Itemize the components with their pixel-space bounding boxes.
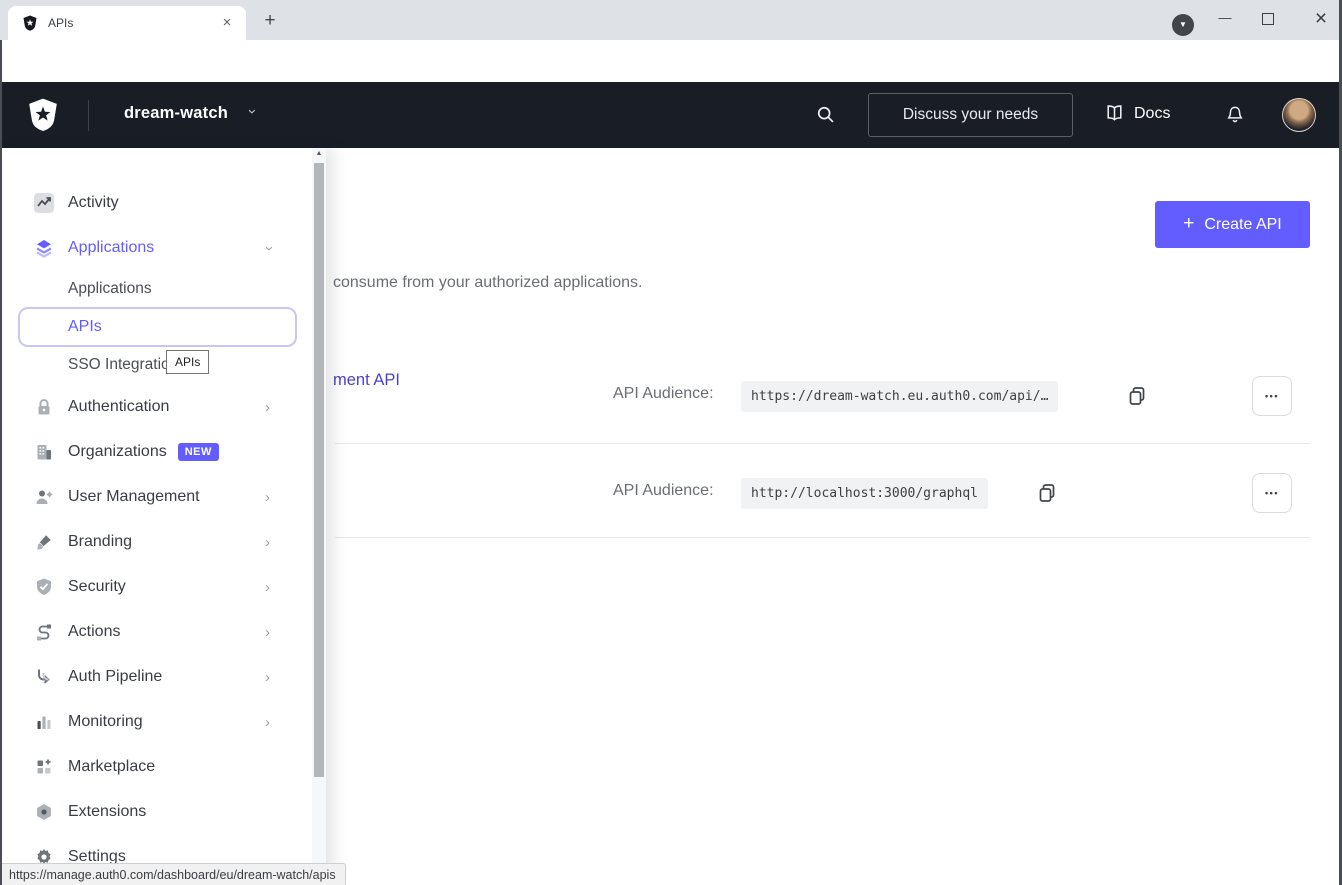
tab-search-button[interactable]: ▼ — [1172, 14, 1194, 36]
api-audience-label: API Audience: — [613, 385, 714, 403]
activity-icon — [34, 193, 54, 213]
maximize-button[interactable] — [1262, 13, 1274, 25]
tab-strip: APIs × + ▼ — × — [0, 0, 1342, 40]
discuss-your-needs-button[interactable]: Discuss your needs — [868, 93, 1073, 137]
copy-icon[interactable] — [1126, 385, 1148, 407]
browser-tab-apis[interactable]: APIs × — [8, 6, 246, 40]
sidebar: Activity Applications › Applications API… — [0, 148, 326, 885]
tab-title: APIs — [48, 16, 218, 30]
extensions-icon — [34, 802, 54, 822]
apis-tooltip: APIs — [166, 350, 209, 374]
status-bar: https://manage.auth0.com/dashboard/eu/dr… — [0, 863, 346, 885]
notifications-bell-icon[interactable] — [1225, 103, 1245, 126]
window-edge — [0, 40, 2, 885]
sidebar-item-sso-integrations[interactable]: SSO Integrations — [0, 347, 300, 383]
api-name-link[interactable]: ment API — [333, 371, 400, 390]
chevron-right-icon: › — [265, 714, 270, 731]
chevron-down-icon[interactable]: › — [244, 109, 261, 114]
chevron-right-icon: › — [265, 489, 270, 506]
new-tab-button[interactable]: + — [258, 10, 282, 34]
sidebar-item-applications-sub[interactable]: Applications — [0, 271, 300, 307]
chevron-right-icon: › — [265, 579, 270, 596]
chevron-down-icon: › — [261, 246, 278, 251]
browser-toolbar: ← → manage.auth0.com/dashboard/eu/dream-… — [0, 40, 1342, 82]
api-audience-label: API Audience: — [613, 482, 714, 500]
auth0-favicon-icon — [22, 15, 38, 31]
page-description: consume from your authorized application… — [333, 274, 643, 292]
sidebar-item-apis[interactable]: APIs — [18, 307, 297, 347]
bar-chart-icon — [34, 712, 54, 732]
sidebar-item-organizations[interactable]: Organizations NEW — [0, 434, 300, 470]
new-badge: NEW — [178, 443, 219, 461]
copy-icon[interactable] — [1036, 482, 1058, 504]
sidebar-item-monitoring[interactable]: Monitoring › — [0, 704, 300, 740]
tab-close-icon[interactable]: × — [218, 14, 236, 32]
sidebar-item-activity[interactable]: Activity — [0, 185, 300, 221]
row-menu-button[interactable]: ••• — [1252, 376, 1292, 416]
header-divider — [88, 100, 89, 131]
applications-icon — [34, 238, 54, 258]
shield-check-icon — [34, 577, 54, 597]
caret-down-icon: ▼ — [1179, 20, 1187, 29]
row-divider — [335, 443, 1310, 444]
api-audience-value[interactable]: http://localhost:3000/graphql — [741, 478, 988, 509]
sidebar-item-extensions[interactable]: Extensions — [0, 794, 300, 830]
sidebar-item-applications[interactable]: Applications › — [0, 230, 300, 266]
scroll-up-icon[interactable]: ▲ — [312, 150, 326, 157]
plus-icon: + — [1183, 213, 1194, 235]
search-icon[interactable] — [815, 104, 836, 125]
sidebar-scrollbar[interactable]: ▲ — [312, 148, 326, 885]
auth0-logo-icon[interactable] — [26, 97, 60, 132]
api-audience-value[interactable]: https://dream-watch.eu.auth0.com/api/… — [741, 381, 1058, 412]
user-gear-icon — [34, 487, 54, 507]
docs-link[interactable]: Docs — [1104, 103, 1170, 124]
auth0-header: dream-watch › Discuss your needs Docs — [0, 82, 1342, 148]
sidebar-panel: Activity Applications › Applications API… — [0, 148, 312, 885]
sidebar-item-user-management[interactable]: User Management › — [0, 479, 300, 515]
sidebar-item-actions[interactable]: Actions › — [0, 614, 300, 650]
scrollbar-thumb[interactable] — [314, 163, 324, 777]
user-avatar[interactable] — [1282, 98, 1316, 132]
sidebar-item-auth-pipeline[interactable]: Auth Pipeline › — [0, 659, 300, 695]
create-api-label: Create API — [1204, 216, 1281, 234]
flow-icon — [34, 622, 54, 642]
chevron-right-icon: › — [265, 624, 270, 641]
chevron-right-icon: › — [265, 399, 270, 416]
close-window-button[interactable]: × — [1306, 4, 1336, 34]
chevron-right-icon: › — [265, 534, 270, 551]
brush-icon — [34, 532, 54, 552]
sidebar-item-marketplace[interactable]: Marketplace — [0, 749, 300, 785]
docs-label: Docs — [1134, 105, 1170, 123]
row-divider — [335, 537, 1310, 538]
building-icon — [34, 442, 54, 462]
book-icon — [1104, 103, 1125, 124]
chevron-right-icon: › — [265, 669, 270, 686]
ellipsis-icon: ••• — [1265, 488, 1279, 498]
sidebar-item-authentication[interactable]: Authentication › — [0, 389, 300, 425]
create-api-button[interactable]: + Create API — [1155, 201, 1310, 248]
row-menu-button[interactable]: ••• — [1252, 473, 1292, 513]
sidebar-item-security[interactable]: Security › — [0, 569, 300, 605]
pipeline-icon — [34, 667, 54, 687]
ellipsis-icon: ••• — [1265, 391, 1279, 401]
marketplace-icon — [34, 757, 54, 777]
minimize-button[interactable]: — — [1210, 8, 1240, 32]
sidebar-item-branding[interactable]: Branding › — [0, 524, 300, 560]
lock-icon — [34, 397, 54, 417]
tenant-switcher[interactable]: dream-watch — [124, 104, 228, 123]
